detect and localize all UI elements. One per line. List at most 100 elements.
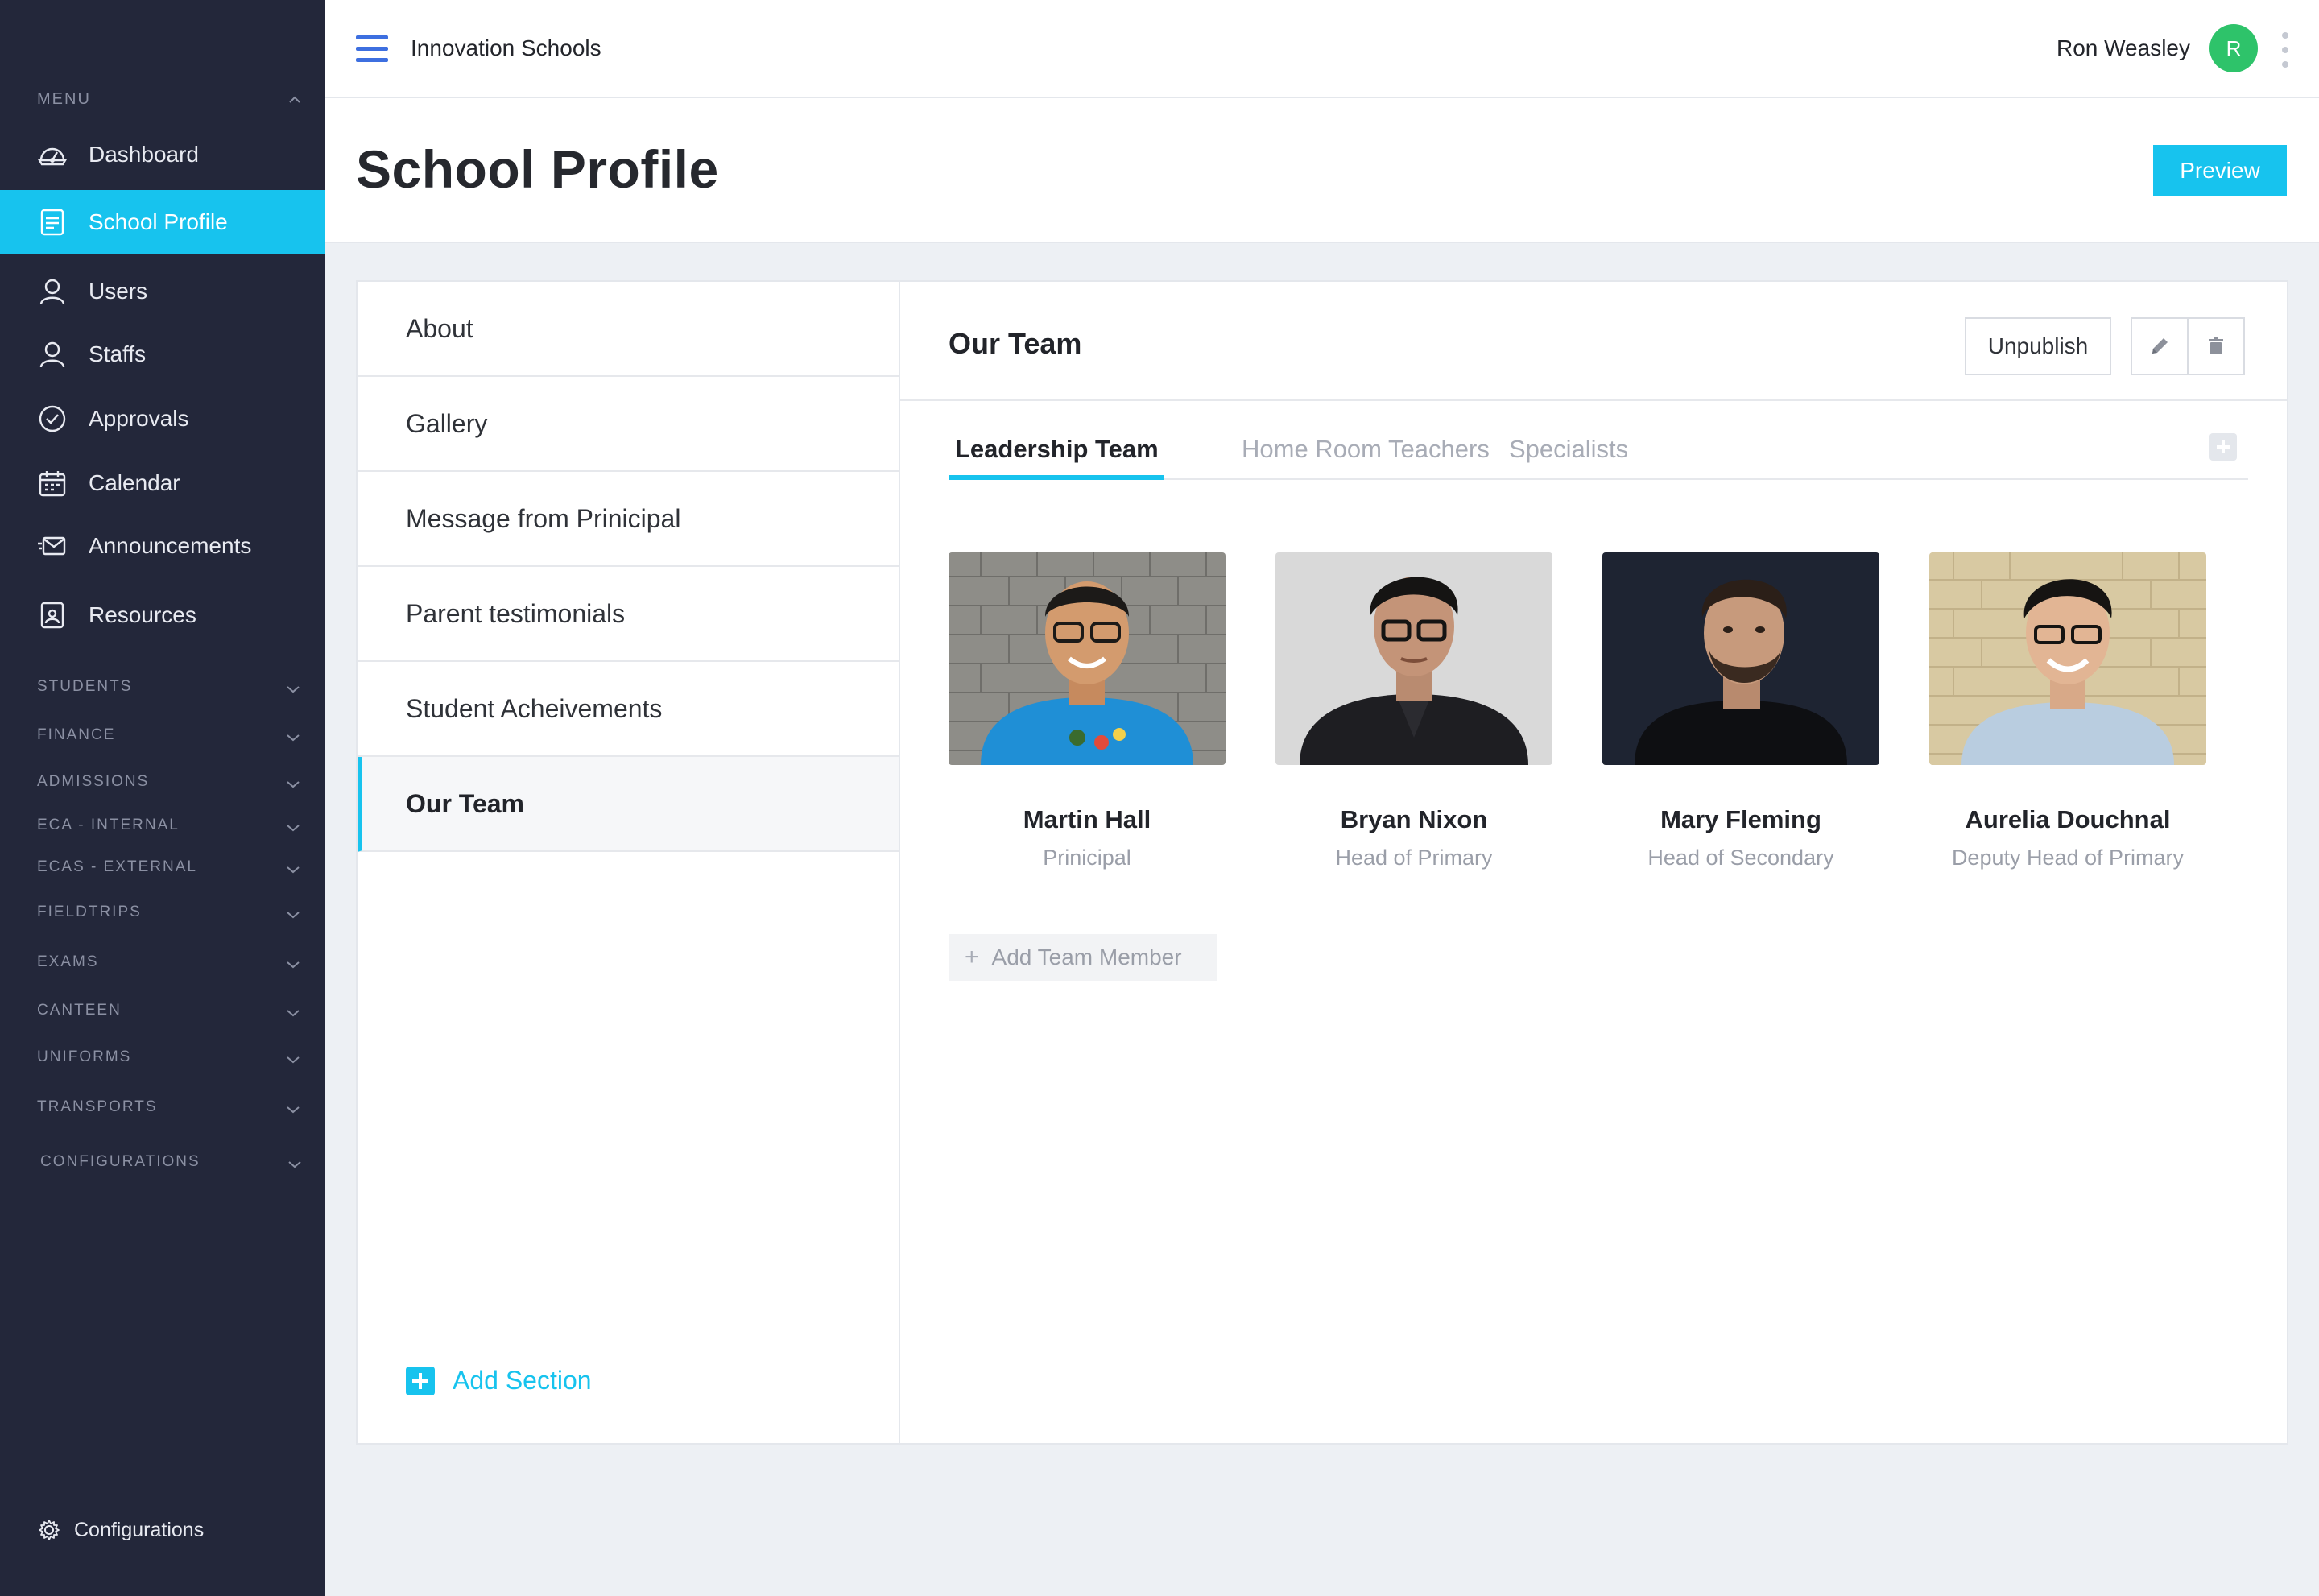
app-title: Innovation Schools bbox=[411, 35, 601, 60]
chevron-down-icon bbox=[287, 734, 300, 742]
sidebar-group-label: FIELDTRIPS bbox=[37, 903, 142, 920]
profile-icon bbox=[40, 209, 64, 236]
page-title: School Profile bbox=[356, 139, 719, 199]
sidebar-group-students[interactable]: STUDENTS bbox=[37, 678, 301, 702]
sidebar-item-dashboard[interactable]: Dashboard bbox=[0, 122, 325, 187]
sidebar-group-label: CANTEEN bbox=[37, 1002, 122, 1019]
section-item-gallery[interactable]: Gallery bbox=[358, 377, 899, 472]
sidebar-group-label: STUDENTS bbox=[37, 678, 133, 695]
more-options-icon[interactable] bbox=[2280, 32, 2288, 68]
sidebar-item-label: School Profile bbox=[89, 209, 228, 234]
hamburger-menu-icon[interactable] bbox=[356, 35, 388, 63]
member-role: Head of Primary bbox=[1335, 846, 1493, 870]
plus-icon: + bbox=[965, 944, 979, 970]
team-member-card[interactable]: Martin Hall Prinicipal bbox=[949, 552, 1226, 870]
member-photo bbox=[1275, 552, 1552, 765]
sidebar-group-fieldtrips[interactable]: FIELDTRIPS bbox=[37, 903, 301, 928]
team-member-card[interactable]: Aurelia Douchnal Deputy Head of Primary bbox=[1929, 552, 2206, 870]
edit-button[interactable] bbox=[2131, 317, 2189, 375]
sidebar-item-users[interactable]: Users bbox=[0, 259, 325, 324]
delete-button[interactable] bbox=[2187, 317, 2245, 375]
member-photo bbox=[1602, 552, 1879, 765]
add-team-member-button[interactable]: + Add Team Member bbox=[949, 934, 1217, 981]
sidebar-group-configurations[interactable]: CONFIGURATIONS bbox=[40, 1153, 303, 1177]
gear-icon bbox=[39, 1520, 60, 1540]
pencil-icon bbox=[2152, 338, 2168, 354]
tab-home-room-teachers[interactable]: Home Room Teachers bbox=[1242, 435, 1490, 464]
chevron-down-icon bbox=[288, 1161, 301, 1168]
section-list: About Gallery Message from Prinicipal Pa… bbox=[358, 282, 900, 1443]
calendar-icon bbox=[39, 471, 66, 497]
user-name[interactable]: Ron Weasley bbox=[2057, 35, 2190, 61]
sidebar-item-label: Approvals bbox=[89, 406, 189, 431]
team-member-card[interactable]: Bryan Nixon Head of Primary bbox=[1275, 552, 1552, 870]
chevron-down-icon bbox=[287, 1056, 300, 1064]
menu-header[interactable]: MENU bbox=[37, 90, 301, 113]
chevron-down-icon bbox=[287, 781, 300, 788]
section-item-message-from-principal[interactable]: Message from Prinicipal bbox=[358, 472, 899, 567]
sidebar-item-announcements[interactable]: Announcements bbox=[0, 514, 325, 578]
panel-title: Our Team bbox=[949, 327, 1082, 360]
sidebar-item-approvals[interactable]: Approvals bbox=[0, 387, 325, 451]
section-panel: Our Team Unpublish Leadership Team Home … bbox=[900, 282, 2287, 1443]
member-photo bbox=[949, 552, 1226, 765]
sidebar-group-uniforms[interactable]: UNIFORMS bbox=[37, 1048, 301, 1073]
sidebar-configurations-link[interactable]: Configurations bbox=[37, 1514, 204, 1546]
avatar[interactable]: R bbox=[2209, 24, 2258, 72]
menu-label: MENU bbox=[37, 90, 91, 108]
unpublish-button[interactable]: Unpublish bbox=[1965, 317, 2111, 375]
tab-specialists[interactable]: Specialists bbox=[1509, 435, 1628, 464]
section-item-student-achievements[interactable]: Student Acheivements bbox=[358, 662, 899, 757]
sidebar-group-label: FINANCE bbox=[37, 726, 116, 743]
sidebar-item-staffs[interactable]: Staffs bbox=[0, 322, 325, 387]
add-team-member-label: Add Team Member bbox=[991, 945, 1182, 970]
tab-leadership-team[interactable]: Leadership Team bbox=[955, 435, 1159, 464]
chevron-down-icon bbox=[287, 825, 300, 832]
sidebar-group-label: ECA - INTERNAL bbox=[37, 817, 180, 833]
member-name: Aurelia Douchnal bbox=[1965, 805, 2171, 833]
add-section-label: Add Section bbox=[453, 1366, 592, 1395]
add-tab-icon[interactable] bbox=[2209, 433, 2237, 461]
member-name: Mary Fleming bbox=[1660, 805, 1821, 833]
preview-button[interactable]: Preview bbox=[2153, 145, 2287, 196]
sidebar-group-canteen[interactable]: CANTEEN bbox=[37, 1002, 301, 1026]
user-icon bbox=[39, 279, 65, 305]
section-item-parent-testimonials[interactable]: Parent testimonials bbox=[358, 567, 899, 662]
chevron-down-icon bbox=[287, 1106, 300, 1114]
add-section-button[interactable]: Add Section bbox=[406, 1366, 592, 1395]
sidebar: MENU Dashboard School Profile Users Staf… bbox=[0, 0, 325, 1596]
sidebar-item-label: Staffs bbox=[89, 341, 147, 366]
sidebar-group-ecas-external[interactable]: ECAS - EXTERNAL bbox=[37, 858, 301, 883]
page-header: School Profile Preview bbox=[325, 98, 2319, 243]
sidebar-group-label: EXAMS bbox=[37, 953, 99, 970]
sidebar-group-label: ECAS - EXTERNAL bbox=[37, 858, 197, 875]
sidebar-group-admissions[interactable]: ADMISSIONS bbox=[37, 773, 301, 797]
member-name: Bryan Nixon bbox=[1340, 805, 1488, 833]
trash-icon bbox=[2209, 337, 2223, 354]
sidebar-item-resources[interactable]: Resources bbox=[0, 583, 325, 647]
section-item-about[interactable]: About bbox=[358, 282, 899, 377]
team-tabs: Leadership Team Home Room Teachers Speci… bbox=[949, 411, 2248, 480]
sidebar-group-exams[interactable]: EXAMS bbox=[37, 953, 301, 978]
panel-divider bbox=[900, 399, 2287, 401]
sidebar-group-eca-internal[interactable]: ECA - INTERNAL bbox=[37, 817, 301, 841]
staff-icon bbox=[39, 341, 65, 368]
section-item-our-team[interactable]: Our Team bbox=[358, 757, 899, 852]
sidebar-item-calendar[interactable]: Calendar bbox=[0, 451, 325, 515]
sidebar-item-school-profile[interactable]: School Profile bbox=[0, 190, 325, 254]
sidebar-item-label: Dashboard bbox=[89, 142, 199, 167]
top-bar: Innovation Schools Ron Weasley R bbox=[325, 0, 2319, 98]
sidebar-group-label: ADMISSIONS bbox=[37, 773, 150, 790]
configurations-label: Configurations bbox=[74, 1518, 205, 1541]
team-member-card[interactable]: Mary Fleming Head of Secondary bbox=[1602, 552, 1879, 870]
member-role: Deputy Head of Primary bbox=[1951, 846, 2185, 870]
sidebar-group-transports[interactable]: TRANSPORTS bbox=[37, 1098, 301, 1123]
member-photo bbox=[1929, 552, 2206, 765]
sidebar-item-label: Announcements bbox=[89, 533, 252, 558]
chevron-down-icon bbox=[287, 686, 300, 693]
chevron-down-icon bbox=[287, 1010, 300, 1017]
sidebar-group-label: TRANSPORTS bbox=[37, 1098, 158, 1115]
sidebar-group-finance[interactable]: FINANCE bbox=[37, 726, 301, 750]
plus-icon bbox=[406, 1366, 435, 1395]
member-role: Prinicipal bbox=[1043, 846, 1131, 870]
